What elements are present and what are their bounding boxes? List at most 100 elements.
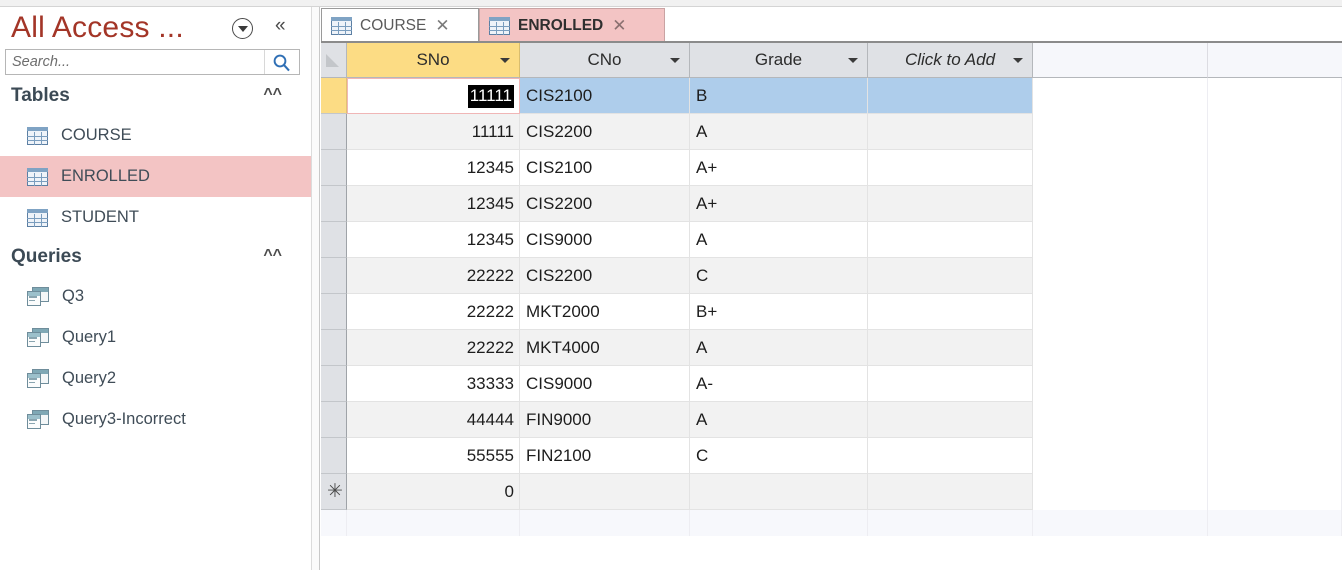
navigation-search-box[interactable] (5, 49, 300, 75)
chevron-down-icon[interactable] (1013, 58, 1023, 63)
table-row[interactable]: 22222 MKT4000 A (321, 330, 1342, 366)
cell-sno[interactable]: 33333 (347, 366, 520, 402)
cell-sno[interactable]: 12345 (347, 186, 520, 222)
table-row[interactable]: 12345 CIS2200 A+ (321, 186, 1342, 222)
record-selector[interactable] (321, 330, 347, 366)
nav-group-queries[interactable]: Queries ^^ (0, 238, 311, 276)
cell-cno[interactable]: MKT4000 (520, 330, 690, 366)
cell-grade[interactable]: A+ (690, 150, 868, 186)
cell-click-to-add[interactable] (868, 258, 1033, 294)
cell-cno[interactable]: CIS9000 (520, 222, 690, 258)
cell-cno[interactable]: FIN9000 (520, 402, 690, 438)
cell-grade[interactable]: A (690, 402, 868, 438)
sidebar-item-query1[interactable]: Query1 (0, 317, 311, 358)
chevron-down-icon[interactable] (500, 58, 510, 63)
tab-course[interactable]: COURSE ✕ (321, 8, 479, 42)
cell-click-to-add[interactable] (868, 78, 1033, 114)
cell-grade[interactable]: C (690, 438, 868, 474)
record-selector[interactable] (321, 222, 347, 258)
double-chevron-left-icon[interactable]: « (275, 16, 286, 36)
cell-sno[interactable]: 44444 (347, 402, 520, 438)
record-selector[interactable] (321, 402, 347, 438)
record-selector[interactable] (321, 258, 347, 294)
chevron-down-icon[interactable] (670, 58, 680, 63)
cell-grade[interactable]: A- (690, 366, 868, 402)
cell-grade[interactable]: A (690, 222, 868, 258)
cell-click-to-add[interactable] (868, 186, 1033, 222)
table-row[interactable]: 33333 CIS9000 A- (321, 366, 1342, 402)
cell-click-to-add[interactable] (868, 222, 1033, 258)
record-selector[interactable] (321, 366, 347, 402)
cell-grade[interactable]: A+ (690, 186, 868, 222)
navigation-pane-splitter[interactable] (311, 7, 320, 570)
navigation-pane-dropdown-icon[interactable] (232, 18, 253, 39)
cell-click-to-add[interactable] (868, 438, 1033, 474)
cell-sno[interactable]: 22222 (347, 330, 520, 366)
cell-cno[interactable] (520, 474, 690, 510)
cell-cno[interactable]: CIS2200 (520, 186, 690, 222)
nav-group-tables[interactable]: Tables ^^ (0, 77, 311, 115)
tab-enrolled[interactable]: ENROLLED ✕ (479, 8, 665, 42)
double-chevron-up-icon[interactable]: ^^ (263, 86, 282, 104)
cell-cno[interactable]: FIN2100 (520, 438, 690, 474)
sidebar-item-student[interactable]: STUDENT (0, 197, 311, 238)
sidebar-item-course[interactable]: COURSE (0, 115, 311, 156)
cell-cno[interactable]: CIS2100 (520, 150, 690, 186)
sidebar-item-q3[interactable]: Q3 (0, 276, 311, 317)
cell-grade[interactable]: C (690, 258, 868, 294)
new-record-selector[interactable]: ✳ (321, 474, 347, 510)
column-header-click-to-add[interactable]: Click to Add (868, 43, 1033, 78)
table-row[interactable]: 11111 CIS2100 B (321, 78, 1342, 114)
search-icon[interactable] (264, 50, 298, 74)
double-chevron-up-icon[interactable]: ^^ (263, 247, 282, 265)
record-selector[interactable] (321, 78, 347, 114)
column-header-cno[interactable]: CNo (520, 43, 690, 78)
cell-click-to-add[interactable] (868, 294, 1033, 330)
cell-sno[interactable]: 55555 (347, 438, 520, 474)
cell-click-to-add[interactable] (868, 330, 1033, 366)
sidebar-item-query3-incorrect[interactable]: Query3-Incorrect (0, 399, 311, 440)
record-selector[interactable] (321, 438, 347, 474)
cell-cno[interactable]: CIS2100 (520, 78, 690, 114)
table-row[interactable]: 11111 CIS2200 A (321, 114, 1342, 150)
cell-grade[interactable] (690, 474, 868, 510)
column-header-sno[interactable]: SNo (347, 43, 520, 78)
search-input[interactable] (6, 51, 264, 73)
cell-grade[interactable]: B+ (690, 294, 868, 330)
cell-sno[interactable]: 22222 (347, 294, 520, 330)
cell-click-to-add[interactable] (868, 114, 1033, 150)
cell-grade[interactable]: A (690, 114, 868, 150)
table-row[interactable]: 12345 CIS9000 A (321, 222, 1342, 258)
cell-click-to-add[interactable] (868, 366, 1033, 402)
cell-sno[interactable]: 11111 (347, 78, 520, 114)
cell-sno[interactable]: 11111 (347, 114, 520, 150)
record-selector[interactable] (321, 294, 347, 330)
close-icon[interactable]: ✕ (435, 16, 459, 35)
cell-click-to-add[interactable] (868, 474, 1033, 510)
column-header-grade[interactable]: Grade (690, 43, 868, 78)
record-selector[interactable] (321, 114, 347, 150)
new-record-row[interactable]: ✳ 0 (321, 474, 1342, 510)
cell-sno[interactable]: 22222 (347, 258, 520, 294)
cell-click-to-add[interactable] (868, 402, 1033, 438)
table-row[interactable]: 22222 MKT2000 B+ (321, 294, 1342, 330)
record-selector[interactable] (321, 186, 347, 222)
cell-sno[interactable]: 0 (347, 474, 520, 510)
cell-cno[interactable]: MKT2000 (520, 294, 690, 330)
cell-grade[interactable]: A (690, 330, 868, 366)
cell-click-to-add[interactable] (868, 150, 1033, 186)
table-row[interactable]: 44444 FIN9000 A (321, 402, 1342, 438)
sidebar-item-enrolled[interactable]: ENROLLED (0, 156, 311, 197)
table-row[interactable]: 22222 CIS2200 C (321, 258, 1342, 294)
table-row[interactable]: 12345 CIS2100 A+ (321, 150, 1342, 186)
cell-cno[interactable]: CIS9000 (520, 366, 690, 402)
cell-sno[interactable]: 12345 (347, 222, 520, 258)
table-row[interactable]: 55555 FIN2100 C (321, 438, 1342, 474)
cell-cno[interactable]: CIS2200 (520, 258, 690, 294)
select-all-corner[interactable] (321, 43, 347, 78)
close-icon[interactable]: ✕ (612, 16, 636, 35)
sidebar-item-query2[interactable]: Query2 (0, 358, 311, 399)
record-selector[interactable] (321, 150, 347, 186)
cell-grade[interactable]: B (690, 78, 868, 114)
chevron-down-icon[interactable] (848, 58, 858, 63)
